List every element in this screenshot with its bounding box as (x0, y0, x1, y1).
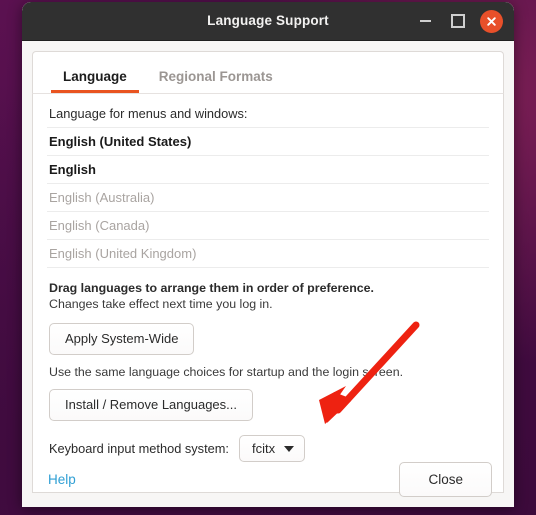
tab-regional-formats[interactable]: Regional Formats (143, 69, 289, 93)
close-button[interactable]: Close (399, 462, 492, 497)
drag-hint: Drag languages to arrange them in order … (49, 281, 374, 295)
window-controls (414, 2, 503, 40)
language-list-label: Language for menus and windows: (49, 106, 248, 121)
install-remove-languages-button[interactable]: Install / Remove Languages... (49, 389, 253, 421)
chevron-down-icon (284, 445, 295, 452)
list-item[interactable]: English (Canada) (47, 212, 489, 240)
dialog-footer: Help Close (22, 452, 514, 507)
tab-bar: Language Regional Formats (32, 51, 504, 93)
list-item[interactable]: English (United Kingdom) (47, 240, 489, 268)
language-list[interactable]: English (United States) English English … (47, 127, 489, 268)
help-link[interactable]: Help (48, 472, 76, 487)
language-support-window: Language Support Language Regional Forma… (22, 2, 514, 507)
tab-language[interactable]: Language (47, 69, 143, 93)
close-icon[interactable] (480, 9, 503, 33)
list-item[interactable]: English (Australia) (47, 184, 489, 212)
language-tab-panel: Language for menus and windows: English … (32, 93, 504, 493)
window-titlebar[interactable]: Language Support (22, 2, 514, 41)
apply-caption: Use the same language choices for startu… (49, 365, 404, 379)
changes-hint: Changes take effect next time you log in… (49, 297, 273, 311)
minimize-icon[interactable] (414, 10, 436, 32)
list-item[interactable]: English (47, 156, 489, 184)
maximize-icon[interactable] (447, 10, 469, 32)
list-item[interactable]: English (United States) (47, 128, 489, 156)
apply-system-wide-button[interactable]: Apply System-Wide (49, 323, 195, 355)
